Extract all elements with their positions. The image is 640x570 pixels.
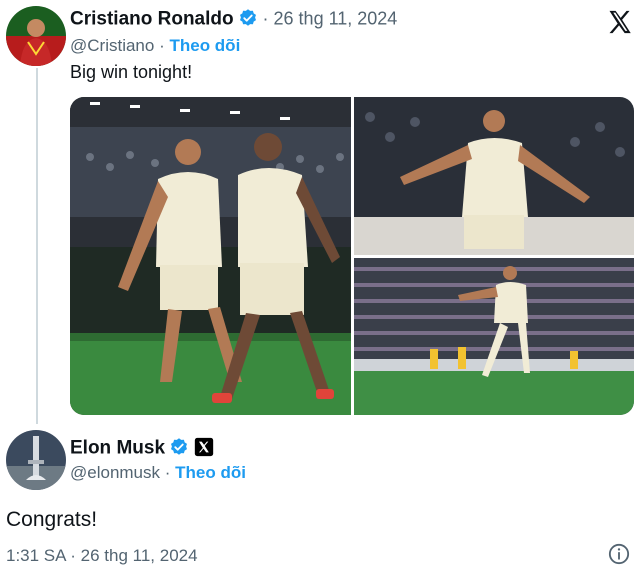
media-photo-celebration[interactable] xyxy=(70,97,351,415)
dot-separator: · xyxy=(159,36,170,55)
ronaldo-avatar[interactable] xyxy=(6,6,66,66)
elon-avatar[interactable] xyxy=(6,430,66,490)
tweet-text: Big win tonight! xyxy=(70,62,193,82)
author-name[interactable]: Cristiano Ronaldo xyxy=(70,9,234,30)
x-affiliate-badge-icon[interactable] xyxy=(194,437,214,462)
reply-text: Congrats! xyxy=(6,508,98,531)
verified-badge-icon xyxy=(169,437,189,462)
x-logo-icon[interactable] xyxy=(606,8,634,36)
thread-connector-line xyxy=(36,68,38,424)
info-icon[interactable] xyxy=(608,543,630,565)
media-photo-stadium-run[interactable] xyxy=(354,258,634,415)
follow-button[interactable]: Theo dõi xyxy=(169,36,240,55)
reply-author-name[interactable]: Elon Musk xyxy=(70,438,165,459)
dot-separator: · xyxy=(262,8,274,29)
media-photo-arms-wide[interactable] xyxy=(354,97,634,255)
verified-badge-icon xyxy=(238,8,258,33)
author-handle[interactable]: @Cristiano xyxy=(70,36,154,55)
reply-timestamp[interactable]: 1:31 SA · 26 thg 11, 2024 xyxy=(6,546,198,566)
reply-author-handle[interactable]: @elonmusk xyxy=(70,463,160,482)
tweet-media-grid[interactable] xyxy=(70,97,634,415)
reply-follow-button[interactable]: Theo dõi xyxy=(175,463,246,482)
tweet-date[interactable]: 26 thg 11, 2024 xyxy=(274,9,398,29)
dot-separator: · xyxy=(164,463,176,482)
